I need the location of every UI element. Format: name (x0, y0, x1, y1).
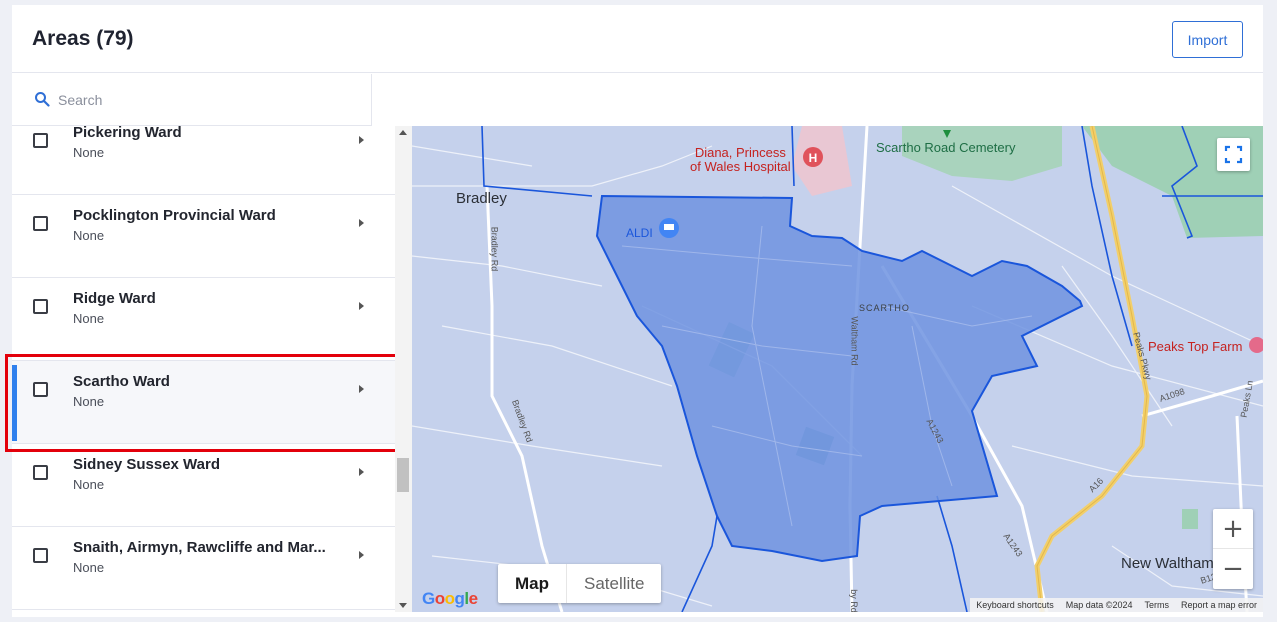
peaks-parkway-road (1034, 126, 1150, 612)
svg-text:H: H (809, 151, 818, 165)
list-item-pickering-ward[interactable]: Pickering Ward None (12, 126, 395, 195)
search-input[interactable] (58, 88, 358, 112)
item-subtitle: None (73, 560, 105, 575)
item-name: Snaith, Airmyn, Rawcliffe and Mar... (73, 539, 326, 556)
map-label-hospital: Diana, Princess of Wales Hospital (690, 145, 791, 174)
item-checkbox[interactable] (33, 133, 48, 148)
page-header: Areas (79) Import (12, 5, 1263, 73)
item-subtitle: None (73, 477, 105, 492)
map-canvas[interactable]: H (412, 126, 1263, 612)
zoom-controls: + − (1213, 509, 1253, 589)
map-data-text: Map data ©2024 (1065, 600, 1133, 610)
list-item-pocklington-provincial-ward[interactable]: Pocklington Provincial Ward None (12, 195, 395, 278)
map-label-scartho: SCARTHO (859, 303, 910, 313)
list-item-ridge-ward[interactable]: Ridge Ward None (12, 278, 395, 361)
import-button[interactable]: Import (1172, 21, 1243, 58)
scrollbar-thumb[interactable] (397, 458, 409, 492)
search-bar (12, 74, 372, 126)
item-checkbox[interactable] (33, 382, 48, 397)
list-item-sidney-sussex-ward[interactable]: Sidney Sussex Ward None (12, 444, 395, 527)
map-view[interactable]: H Bradley Diana, Princess of Wales Hospi… (412, 126, 1263, 612)
road-label-waltham-rd: Waltham Rd (849, 316, 860, 366)
report-map-error-link[interactable]: Report a map error (1175, 598, 1263, 612)
road-label-bradley-rd: Bradley Rd (489, 226, 500, 272)
chevron-right-icon[interactable] (359, 551, 364, 559)
item-name: Pickering Ward (73, 126, 182, 141)
item-subtitle: None (73, 394, 105, 409)
map-label-new-waltham: New Waltham (1121, 555, 1214, 572)
map-label-bradley: Bradley (456, 190, 507, 207)
chevron-right-icon[interactable] (359, 385, 364, 393)
map-label-aldi: ALDI (626, 226, 653, 240)
farm-marker-icon (1249, 337, 1263, 353)
hospital-marker-icon: H (803, 147, 823, 167)
park-area-3 (1182, 509, 1198, 529)
road-label-by-rd: by Rd (848, 589, 859, 612)
item-subtitle: None (73, 228, 105, 243)
list-scrollbar[interactable] (395, 126, 412, 612)
fullscreen-button[interactable] (1217, 138, 1250, 171)
chevron-right-icon[interactable] (359, 468, 364, 476)
selection-accent (12, 365, 17, 441)
item-name: Sidney Sussex Ward (73, 456, 220, 473)
item-name: Pocklington Provincial Ward (73, 207, 276, 224)
aldi-marker-icon (659, 218, 679, 238)
page-title: Areas (79) (32, 27, 134, 50)
search-icon (35, 92, 50, 107)
scroll-down-arrow-icon[interactable] (399, 603, 407, 608)
chevron-right-icon[interactable] (359, 302, 364, 310)
zoom-out-button[interactable]: − (1213, 549, 1253, 589)
scroll-up-arrow-icon[interactable] (399, 130, 407, 135)
item-name: Ridge Ward (73, 290, 156, 307)
item-subtitle: None (73, 311, 105, 326)
map-type-map-button[interactable]: Map (498, 564, 566, 603)
zoom-in-button[interactable]: + (1213, 509, 1253, 549)
map-type-satellite-button[interactable]: Satellite (566, 564, 661, 603)
chevron-right-icon[interactable] (359, 219, 364, 227)
terms-link[interactable]: Terms (1138, 598, 1175, 612)
list-item-scartho-ward[interactable]: Scartho Ward None (12, 361, 395, 444)
item-checkbox[interactable] (33, 548, 48, 563)
item-subtitle: None (73, 145, 105, 160)
map-attribution-bar: Keyboard shortcuts Map data ©2024 Terms … (970, 598, 1263, 612)
item-checkbox[interactable] (33, 216, 48, 231)
keyboard-shortcuts-link[interactable]: Keyboard shortcuts (970, 598, 1060, 612)
map-label-cemetery: Scartho Road Cemetery (876, 140, 1016, 155)
item-name: Scartho Ward (73, 373, 170, 390)
map-label-peaks-top-farm: Peaks Top Farm (1148, 339, 1243, 354)
areas-list: Pickering Ward None Pocklington Provinci… (12, 126, 395, 617)
chevron-right-icon[interactable] (359, 136, 364, 144)
google-logo[interactable]: Google (422, 589, 478, 609)
item-checkbox[interactable] (33, 299, 48, 314)
map-type-toggle: Map Satellite (498, 564, 662, 603)
peaks-parkway-edge (1036, 126, 1148, 612)
item-checkbox[interactable] (33, 465, 48, 480)
list-item-snaith-airmyn-rawcliffe[interactable]: Snaith, Airmyn, Rawcliffe and Mar... Non… (12, 527, 395, 610)
fullscreen-icon (1224, 145, 1243, 164)
